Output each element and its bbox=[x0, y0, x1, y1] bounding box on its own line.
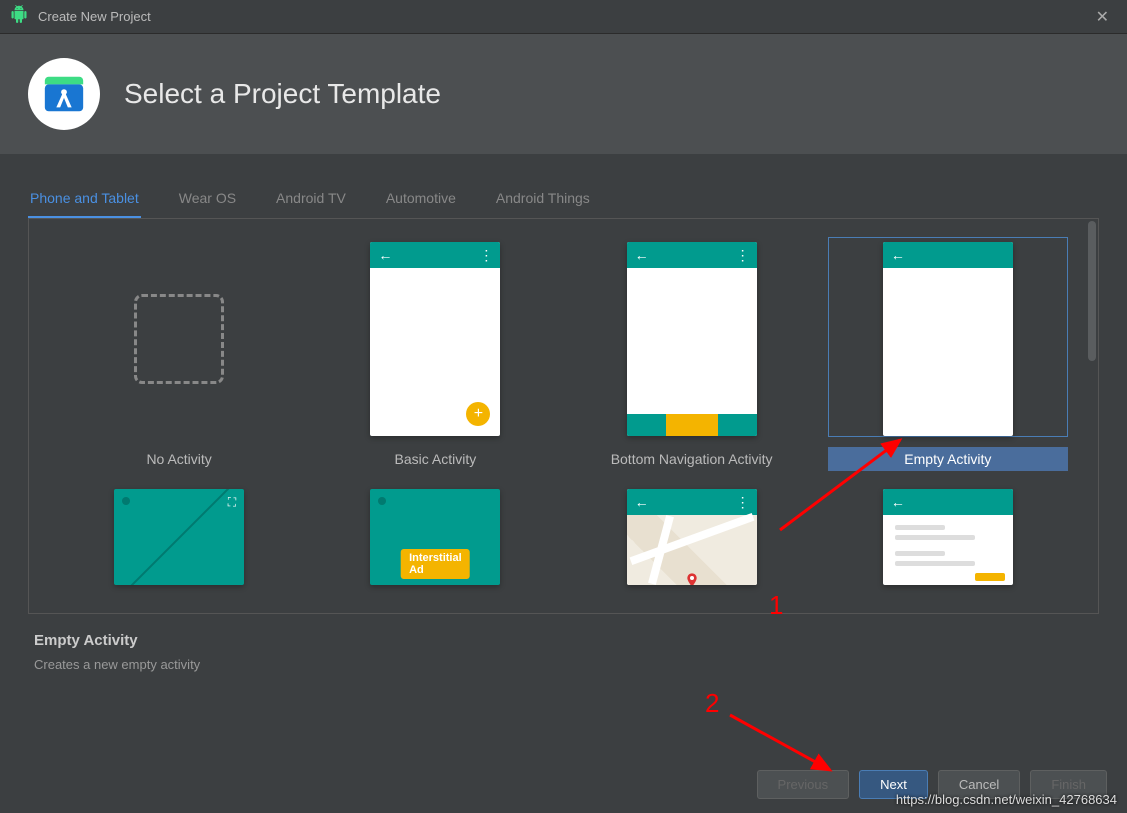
template-fullscreen[interactable]: ⛶ bbox=[51, 485, 307, 585]
android-studio-logo bbox=[28, 58, 100, 130]
template-basic-activity[interactable]: ←⋮ + Basic Activity bbox=[307, 237, 563, 471]
tab-android-tv[interactable]: Android TV bbox=[274, 184, 348, 218]
template-interstitial-ad[interactable]: Interstitial Ad bbox=[307, 485, 563, 585]
tab-phone-tablet[interactable]: Phone and Tablet bbox=[28, 184, 141, 218]
page-heading: Select a Project Template bbox=[124, 78, 441, 110]
selected-template-title: Empty Activity bbox=[34, 632, 1093, 649]
ad-label: Interstitial Ad bbox=[401, 549, 470, 579]
previous-button[interactable]: Previous bbox=[757, 770, 850, 799]
template-label: Bottom Navigation Activity bbox=[572, 447, 812, 471]
tab-automotive[interactable]: Automotive bbox=[384, 184, 458, 218]
template-bottom-navigation[interactable]: ←⋮ Bottom Navigation Activity bbox=[564, 237, 820, 471]
template-label: Basic Activity bbox=[315, 447, 555, 471]
template-empty-activity[interactable]: ← Empty Activity bbox=[820, 237, 1076, 471]
annotation-2: 2 bbox=[705, 688, 719, 719]
template-label: Empty Activity bbox=[828, 447, 1068, 471]
tabs: Phone and Tablet Wear OS Android TV Auto… bbox=[28, 184, 1099, 219]
template-no-activity[interactable]: No Activity bbox=[51, 237, 307, 471]
template-map[interactable]: ←⋮ bbox=[564, 485, 820, 585]
map-pin-icon bbox=[684, 570, 700, 585]
window-title: Create New Project bbox=[38, 9, 1088, 24]
tab-android-things[interactable]: Android Things bbox=[494, 184, 592, 218]
template-label: No Activity bbox=[59, 447, 299, 471]
template-list[interactable]: ← bbox=[820, 485, 1076, 585]
titlebar: Create New Project ✕ bbox=[0, 0, 1127, 34]
footer-info: Empty Activity Creates a new empty activ… bbox=[28, 614, 1099, 682]
close-button[interactable]: ✕ bbox=[1088, 3, 1117, 31]
template-gallery: No Activity ←⋮ + Basic Activity ←⋮ bbox=[28, 219, 1099, 614]
fab-icon: + bbox=[466, 402, 490, 426]
selected-template-description: Creates a new empty activity bbox=[34, 657, 1093, 672]
watermark: https://blog.csdn.net/weixin_42768634 bbox=[896, 792, 1117, 807]
header: Select a Project Template bbox=[0, 34, 1127, 154]
tab-wear-os[interactable]: Wear OS bbox=[177, 184, 238, 218]
android-icon bbox=[10, 5, 28, 28]
scrollbar[interactable] bbox=[1088, 221, 1096, 361]
